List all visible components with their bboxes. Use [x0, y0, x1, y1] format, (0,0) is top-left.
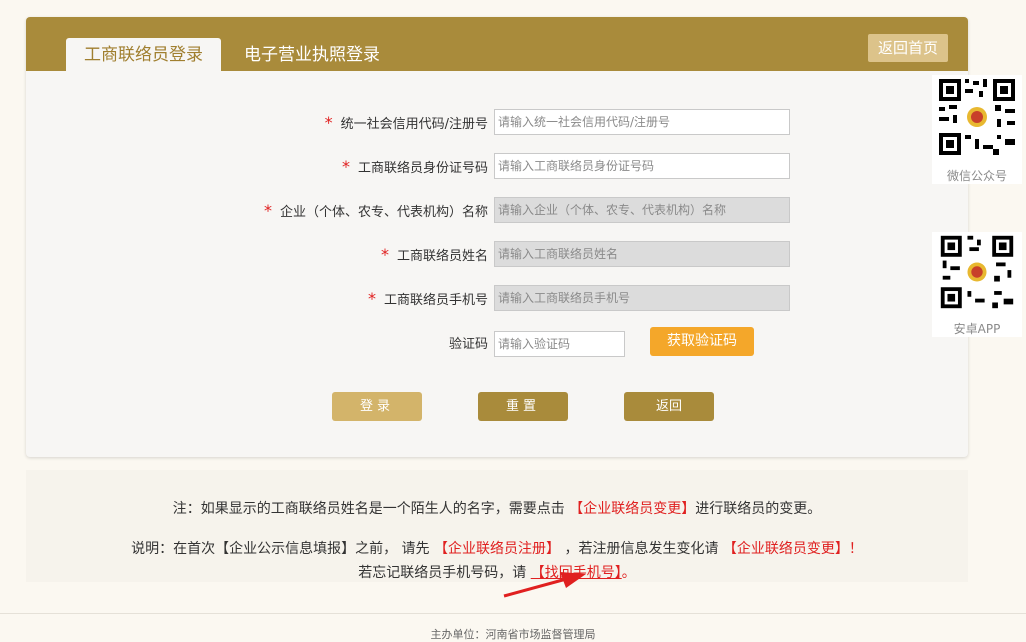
footer-text: 主办单位：河南省市场监督管理局 [430, 628, 596, 641]
panel-header: 工商联络员登录 电子营业执照登录 返回首页 [26, 17, 968, 71]
contact-change-link[interactable]: 【企业联络员变更】 [569, 501, 695, 517]
tab-e-license-login[interactable]: 电子营业执照登录 [244, 38, 380, 71]
login-panel: 工商联络员登录 电子营业执照登录 返回首页 *统一社会信用代码/注册号 *工商联… [26, 17, 968, 457]
footer-divider [0, 613, 1026, 614]
form-row-contact-name: * 工商联络员姓名 [26, 241, 968, 269]
required-mark: * [263, 201, 272, 220]
login-button[interactable]: 登录 [332, 392, 422, 421]
tab-contact-login[interactable]: 工商联络员登录 [66, 38, 221, 71]
form-row-credit-code: * 统一社会信用代码/注册号 [26, 109, 968, 137]
field-label: * 企业（个体、农专、代表机构）名称 [263, 201, 488, 220]
reset-button[interactable]: 重置 [478, 392, 568, 421]
field-label: * 统一社会信用代码/注册号 [324, 113, 488, 132]
note-line-1: 注：如果显示的工商联络员姓名是一个陌生人的名字，需要点击 【企业联络员变更】进行… [172, 501, 822, 517]
contact-name-input[interactable] [494, 241, 790, 267]
wechat-caption: 微信公众号 [946, 169, 1007, 183]
required-mark: * [380, 245, 389, 264]
qr-code-icon [937, 232, 1017, 312]
phone-input[interactable] [494, 285, 790, 311]
company-name-input[interactable] [494, 197, 790, 223]
android-qr: 安卓APP [932, 232, 1022, 337]
back-home-button[interactable]: 返回首页 [868, 34, 948, 62]
field-label: * 工商联络员手机号 [367, 289, 488, 308]
contact-register-link[interactable]: 【企业联络员注册】 [434, 541, 560, 557]
field-label: * 工商联络员身份证号码 [341, 157, 488, 176]
contact-change-link-2[interactable]: 【企业联络员变更】！ [723, 541, 863, 557]
form-row-id-number: * 工商联络员身份证号码 [26, 153, 968, 181]
required-mark: * [367, 289, 376, 308]
notes-section: 注：如果显示的工商联络员姓名是一个陌生人的名字，需要点击 【企业联络员变更】进行… [26, 470, 968, 582]
qr-code-icon [935, 75, 1019, 159]
id-number-input[interactable] [494, 153, 790, 179]
field-label: * 工商联络员姓名 [380, 245, 488, 264]
red-arrow-annotation [503, 572, 586, 598]
credit-code-input[interactable] [494, 109, 790, 135]
captcha-label: 验证码 [448, 337, 488, 352]
get-captcha-button[interactable]: 获取验证码 [650, 327, 754, 356]
note-line-3: 若忘记联络员手机号码，请 【找回手机号】。 [358, 565, 636, 581]
android-caption: 安卓APP [953, 322, 1001, 336]
required-mark: * [324, 113, 333, 132]
required-mark: * [341, 157, 350, 176]
captcha-input[interactable] [494, 331, 625, 357]
back-button[interactable]: 返回 [624, 392, 714, 421]
wechat-qr: 微信公众号 [932, 75, 1022, 184]
form-row-captcha: 验证码 获取验证码 [26, 327, 968, 359]
note-line-2: 说明：在首次【企业公示信息填报】之前， 请先 【企业联络员注册】 ，若注册信息发… [131, 541, 863, 557]
form-row-company-name: * 企业（个体、农专、代表机构）名称 [26, 197, 968, 225]
form-row-phone: * 工商联络员手机号 [26, 285, 968, 313]
